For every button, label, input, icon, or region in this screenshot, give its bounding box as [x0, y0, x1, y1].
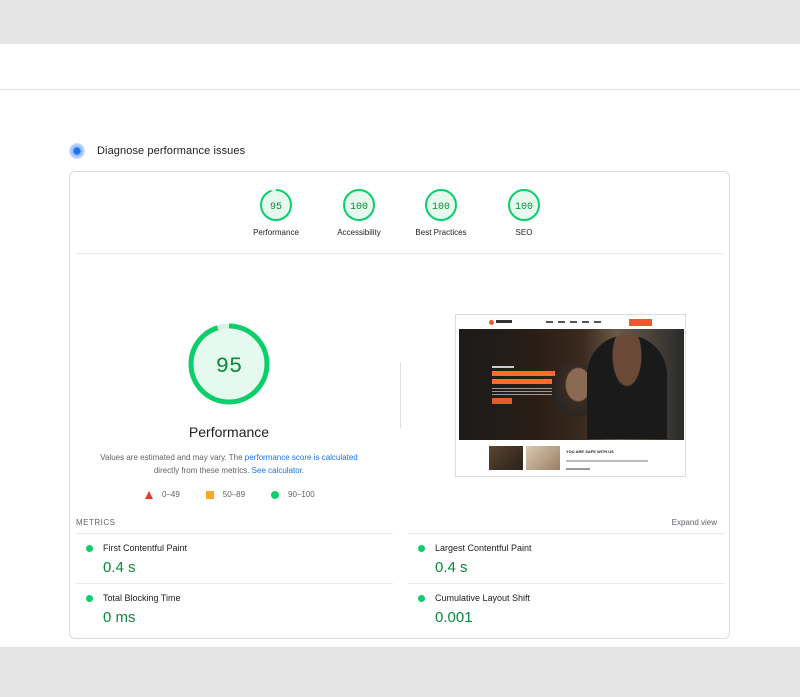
gauge-ring-icon: 95: [260, 189, 292, 221]
hero-button: [492, 398, 512, 404]
gauge-ring-icon: 100: [425, 189, 457, 221]
divider: [76, 253, 723, 254]
performance-label: Performance: [188, 424, 270, 440]
metric-name: Cumulative Layout Shift: [435, 593, 531, 603]
pass-circle-icon: [418, 545, 425, 552]
pass-circle-icon: [86, 595, 93, 602]
metric-name: First Contentful Paint: [103, 543, 188, 553]
svg-text:100: 100: [432, 202, 450, 213]
top-bar: [0, 0, 800, 44]
score-calculated-link[interactable]: performance score is calculated: [245, 453, 358, 462]
divider: [400, 362, 401, 428]
screenshot-hero: [459, 329, 684, 440]
circle-icon: [271, 490, 280, 499]
metric-cls: Cumulative Layout Shift 0.001: [408, 583, 725, 634]
triangle-icon: [145, 490, 153, 499]
thumbnail-image: [489, 446, 523, 470]
thumbnail-image: [526, 446, 560, 470]
see-calculator-link[interactable]: See calculator: [252, 466, 302, 475]
nav-links: [546, 321, 602, 323]
score-legend: 0–49 50–89 90–100: [145, 490, 341, 499]
bottom-bar: [0, 647, 800, 697]
score-note: Values are estimated and may vary. The p…: [100, 453, 358, 475]
metric-value: 0.4 s: [103, 559, 136, 576]
lighthouse-icon: [69, 143, 85, 159]
expand-view-toggle[interactable]: Expand view: [672, 518, 717, 527]
metric-value: 0.001: [435, 609, 473, 626]
metric-name: Largest Contentful Paint: [435, 543, 532, 553]
hero-headline: [492, 371, 555, 376]
diagnose-header: Diagnose performance issues: [69, 143, 245, 159]
screenshot-text: [566, 468, 590, 470]
square-icon: [205, 490, 214, 499]
performance-gauge: 95: [188, 323, 270, 405]
logo-icon: [489, 320, 494, 325]
report-card: 95 Performance 100 Accessibility 100 Bes…: [69, 171, 730, 639]
gauge-label: Best Practices: [415, 228, 467, 237]
legend-fail: 0–49: [145, 490, 180, 499]
gauge-ring-icon: 100: [508, 189, 540, 221]
gauge-label: SEO: [515, 228, 533, 237]
screenshot-headline: YOU ARE SAFE WITH US: [566, 449, 614, 454]
gauge-seo[interactable]: 100 SEO: [484, 184, 564, 237]
svg-text:100: 100: [350, 202, 368, 213]
svg-text:100: 100: [515, 202, 533, 213]
divider: [0, 89, 800, 90]
screenshot-text: [566, 460, 648, 462]
metric-name: Total Blocking Time: [103, 593, 181, 603]
hero-barber-image: [587, 335, 667, 439]
gauge-performance[interactable]: 95 Performance: [236, 184, 316, 237]
metric-fcp: First Contentful Paint 0.4 s: [76, 533, 393, 584]
gauge-best-practices[interactable]: 100 Best Practices: [401, 184, 481, 237]
metric-lcp: Largest Contentful Paint 0.4 s: [408, 533, 725, 584]
metric-value: 0 ms: [103, 609, 136, 626]
metrics-heading: METRICS: [76, 518, 116, 527]
section-title: Diagnose performance issues: [97, 145, 246, 157]
svg-text:95: 95: [270, 202, 282, 213]
hero-subtitle: [492, 366, 514, 368]
metric-tbt: Total Blocking Time 0 ms: [76, 583, 393, 634]
hero-headline-2: [492, 379, 552, 384]
gauge-accessibility[interactable]: 100 Accessibility: [319, 184, 399, 237]
metric-value: 0.4 s: [435, 559, 468, 576]
gauge-label: Accessibility: [337, 228, 381, 237]
nav-button: [629, 319, 652, 326]
pass-circle-icon: [418, 595, 425, 602]
score-gauges: 95 Performance 100 Accessibility 100 Bes…: [70, 184, 729, 254]
performance-score: 95: [216, 354, 242, 379]
gauge-ring-icon: 100: [343, 189, 375, 221]
hero-text: [492, 388, 552, 396]
legend-average: 50–89: [205, 490, 245, 499]
gauge-label: Performance: [253, 228, 299, 237]
page-screenshot: YOU ARE SAFE WITH US: [455, 314, 686, 477]
screenshot-nav: [456, 315, 685, 329]
legend-pass: 90–100: [271, 490, 315, 499]
pass-circle-icon: [86, 545, 93, 552]
logo-text: [496, 320, 512, 323]
